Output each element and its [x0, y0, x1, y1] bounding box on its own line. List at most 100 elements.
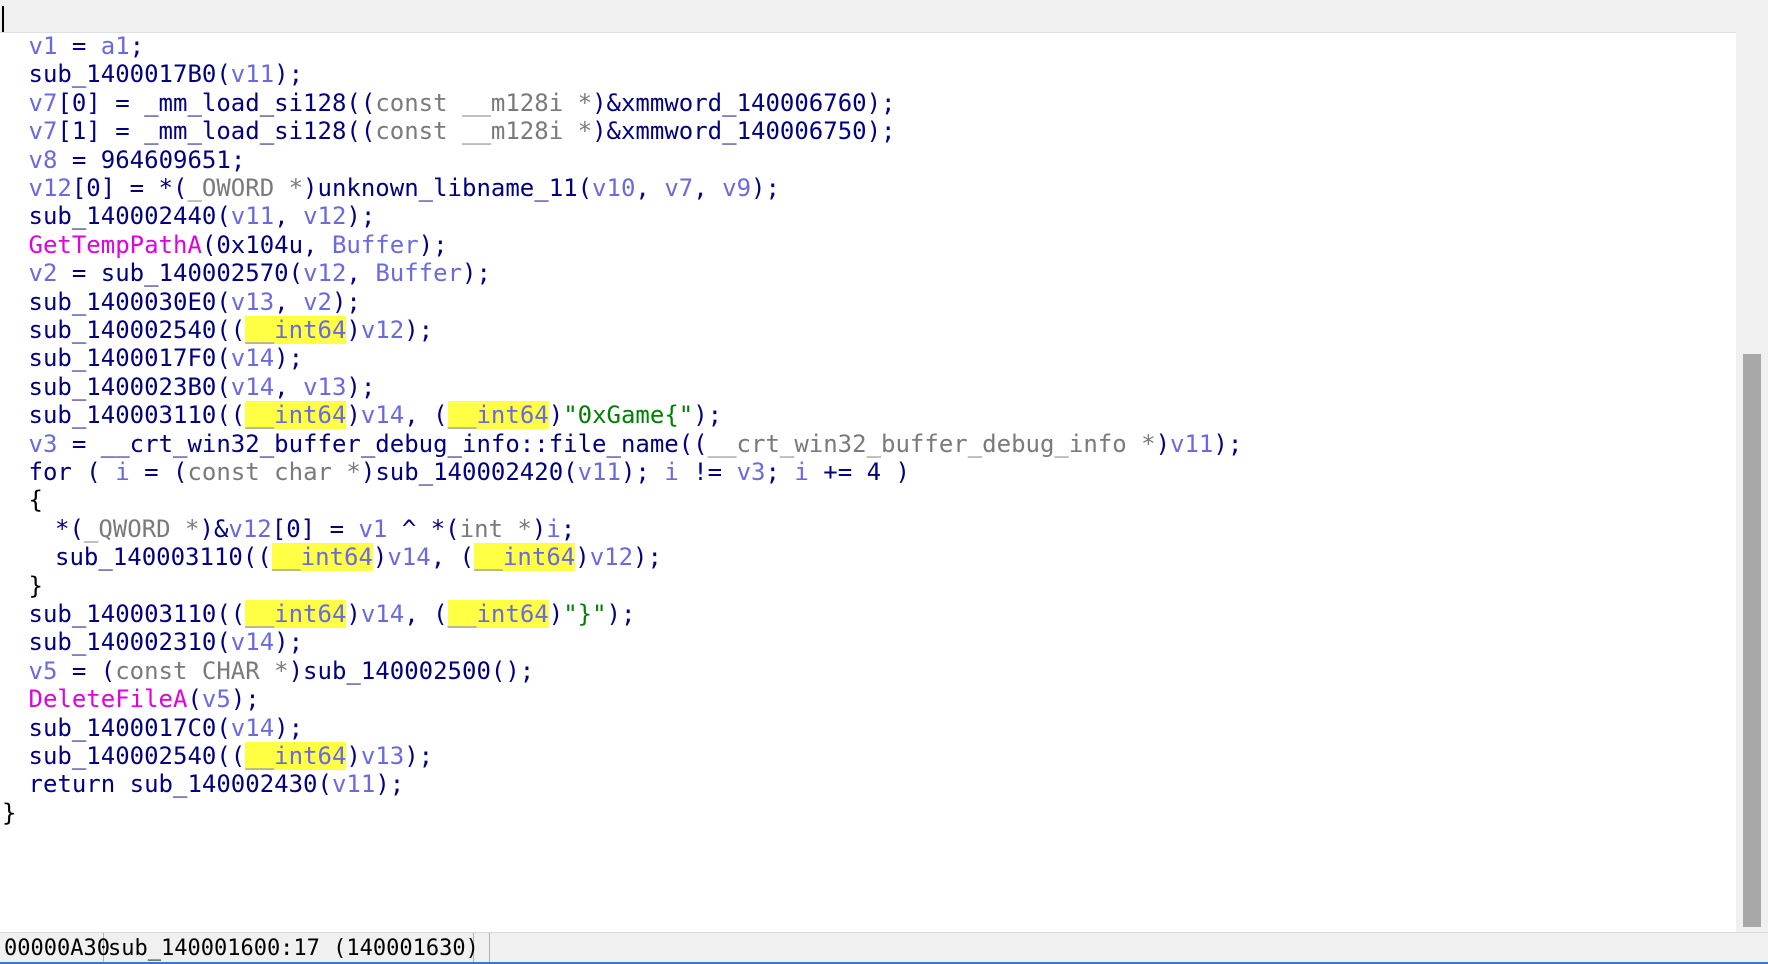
code-token-func[interactable]: sub_140003110: [55, 543, 243, 571]
code-token-punct[interactable]: ): [361, 458, 375, 486]
code-token-punct[interactable]: ): [289, 657, 303, 685]
code-token-punct[interactable]: = (: [57, 657, 115, 685]
code-token-func[interactable]: __crt_win32_buffer_debug_info::file_name: [101, 430, 679, 458]
code-token-var[interactable]: v12: [303, 202, 346, 230]
code-token-brace[interactable]: }: [29, 572, 43, 600]
code-token-punct[interactable]: [0] = *(: [72, 174, 188, 202]
code-token-punct[interactable]: );: [867, 89, 896, 117]
code-token-punct[interactable]: ): [346, 401, 360, 429]
code-token-var[interactable]: v2: [303, 288, 332, 316]
code-token-var[interactable]: v12: [590, 543, 633, 571]
code-token-punct[interactable]: ,: [635, 174, 664, 202]
code-line[interactable]: }: [29, 570, 43, 602]
code-token-punct[interactable]: );: [346, 373, 375, 401]
code-line[interactable]: sub_1400017F0(v14);: [29, 342, 304, 374]
code-line[interactable]: return sub_140002430(v11);: [29, 768, 405, 800]
code-token-var[interactable]: v14: [361, 401, 404, 429]
code-token-hl[interactable]: __int64: [447, 401, 549, 430]
code-token-punct[interactable]: );: [621, 458, 664, 486]
code-token-func[interactable]: sub_140002430: [130, 770, 318, 798]
code-token-var[interactable]: v5: [202, 685, 231, 713]
code-token-func[interactable]: sub_140002420: [375, 458, 563, 486]
code-token-punct[interactable]: (: [216, 628, 230, 656]
code-token-punct[interactable]: );: [1213, 430, 1242, 458]
code-line[interactable]: sub_140003110((__int64)v14, (__int64)"0x…: [29, 399, 722, 431]
code-token-punct[interactable]: =: [57, 259, 100, 287]
code-token-punct[interactable]: ): [346, 600, 360, 628]
code-token-punct[interactable]: ;: [765, 458, 794, 486]
code-line[interactable]: for ( i = (const char *)sub_140002420(v1…: [29, 456, 911, 488]
code-token-brace[interactable]: }: [2, 799, 16, 827]
code-token-punct[interactable]: ((: [346, 89, 375, 117]
code-token-api[interactable]: DeleteFileA: [29, 685, 188, 713]
code-token-punct[interactable]: =: [57, 32, 100, 60]
code-line[interactable]: DeleteFileA(v5);: [29, 683, 260, 715]
code-token-punct[interactable]: ((: [216, 401, 245, 429]
code-token-api[interactable]: GetTempPathA: [29, 231, 202, 259]
code-line[interactable]: v12[0] = *(_OWORD *)unknown_libname_11(v…: [29, 172, 780, 204]
code-token-punct[interactable]: (: [289, 259, 303, 287]
code-token-hl[interactable]: __int64: [245, 600, 347, 628]
code-token-type[interactable]: int *: [460, 515, 532, 543]
code-token-punct[interactable]: ): [373, 543, 387, 571]
code-token-var[interactable]: v2: [29, 259, 58, 287]
code-token-var[interactable]: v10: [592, 174, 635, 202]
code-token-hl[interactable]: __int64: [447, 600, 549, 628]
code-token-punct[interactable]: ((: [216, 600, 245, 628]
code-token-func[interactable]: sub_1400017C0: [29, 714, 217, 742]
code-token-punct[interactable]: )&: [200, 515, 229, 543]
code-line[interactable]: v8 = 964609651;: [29, 144, 246, 176]
code-token-func[interactable]: _mm_load_si128: [144, 89, 346, 117]
code-token-type[interactable]: _OWORD *: [187, 174, 303, 202]
code-token-punct[interactable]: = (: [130, 458, 187, 486]
code-token-punct[interactable]: (: [216, 714, 230, 742]
code-token-type[interactable]: __crt_win32_buffer_debug_info *: [708, 430, 1156, 458]
code-line[interactable]: v7[0] = _mm_load_si128((const __m128i *)…: [29, 87, 896, 119]
code-token-punct[interactable]: );: [693, 401, 722, 429]
code-token-var[interactable]: i: [115, 458, 129, 486]
code-token-var[interactable]: v3: [737, 458, 766, 486]
code-token-type[interactable]: const char *: [187, 458, 360, 486]
code-token-var[interactable]: v3: [29, 430, 58, 458]
code-token-num[interactable]: 0x104u: [216, 231, 303, 259]
code-token-var[interactable]: v1: [358, 515, 387, 543]
code-token-punct[interactable]: ((: [346, 117, 375, 145]
code-token-punct[interactable]: (: [216, 60, 230, 88]
code-token-punct[interactable]: [0] =: [57, 89, 144, 117]
code-token-punct[interactable]: );: [607, 600, 636, 628]
code-line[interactable]: sub_1400023B0(v14, v13);: [29, 371, 376, 403]
code-token-hl[interactable]: __int64: [474, 543, 576, 572]
code-token-punct[interactable]: ((: [216, 316, 245, 344]
code-token-type[interactable]: const __m128i *: [375, 117, 592, 145]
vertical-scrollbar[interactable]: [1736, 0, 1768, 932]
code-token-punct[interactable]: );: [633, 543, 662, 571]
code-line[interactable]: sub_1400017B0(v11);: [29, 58, 304, 90]
code-line[interactable]: {: [29, 484, 43, 516]
code-token-punct[interactable]: )&: [592, 89, 621, 117]
code-token-punct[interactable]: ): [346, 742, 360, 770]
code-token-punct[interactable]: (: [563, 458, 577, 486]
code-token-punct[interactable]: );: [751, 174, 780, 202]
code-token-punct[interactable]: ,: [346, 259, 375, 287]
code-line[interactable]: v5 = (const CHAR *)sub_140002500();: [29, 655, 535, 687]
code-token-brace[interactable]: {: [29, 486, 43, 514]
code-line[interactable]: }: [2, 797, 16, 829]
code-token-punct[interactable]: );: [274, 344, 303, 372]
code-token-punct[interactable]: (: [318, 770, 332, 798]
code-token-var[interactable]: v13: [231, 288, 274, 316]
code-token-punct[interactable]: ((: [216, 742, 245, 770]
code-token-punct[interactable]: =: [57, 430, 100, 458]
code-token-func[interactable]: unknown_libname_11: [318, 174, 578, 202]
code-line[interactable]: *(_QWORD *)&v12[0] = v1 ^ *(int *)i;: [55, 513, 575, 545]
code-token-var[interactable]: v13: [361, 742, 404, 770]
code-token-punct[interactable]: =: [57, 146, 100, 174]
code-token-func[interactable]: sub_140002540: [29, 742, 217, 770]
code-token-punct[interactable]: ((: [679, 430, 708, 458]
pseudocode-view[interactable]: v1 = a1; sub_1400017B0(v11); v7[0] = _mm_l…: [0, 32, 1736, 932]
code-line[interactable]: sub_1400017C0(v14);: [29, 712, 304, 744]
code-token-var[interactable]: v11: [231, 202, 274, 230]
code-token-var[interactable]: v7: [29, 89, 58, 117]
code-token-func[interactable]: sub_1400017F0: [29, 344, 217, 372]
code-token-punct[interactable]: +=: [809, 458, 867, 486]
code-token-num[interactable]: 964609651: [101, 146, 231, 174]
